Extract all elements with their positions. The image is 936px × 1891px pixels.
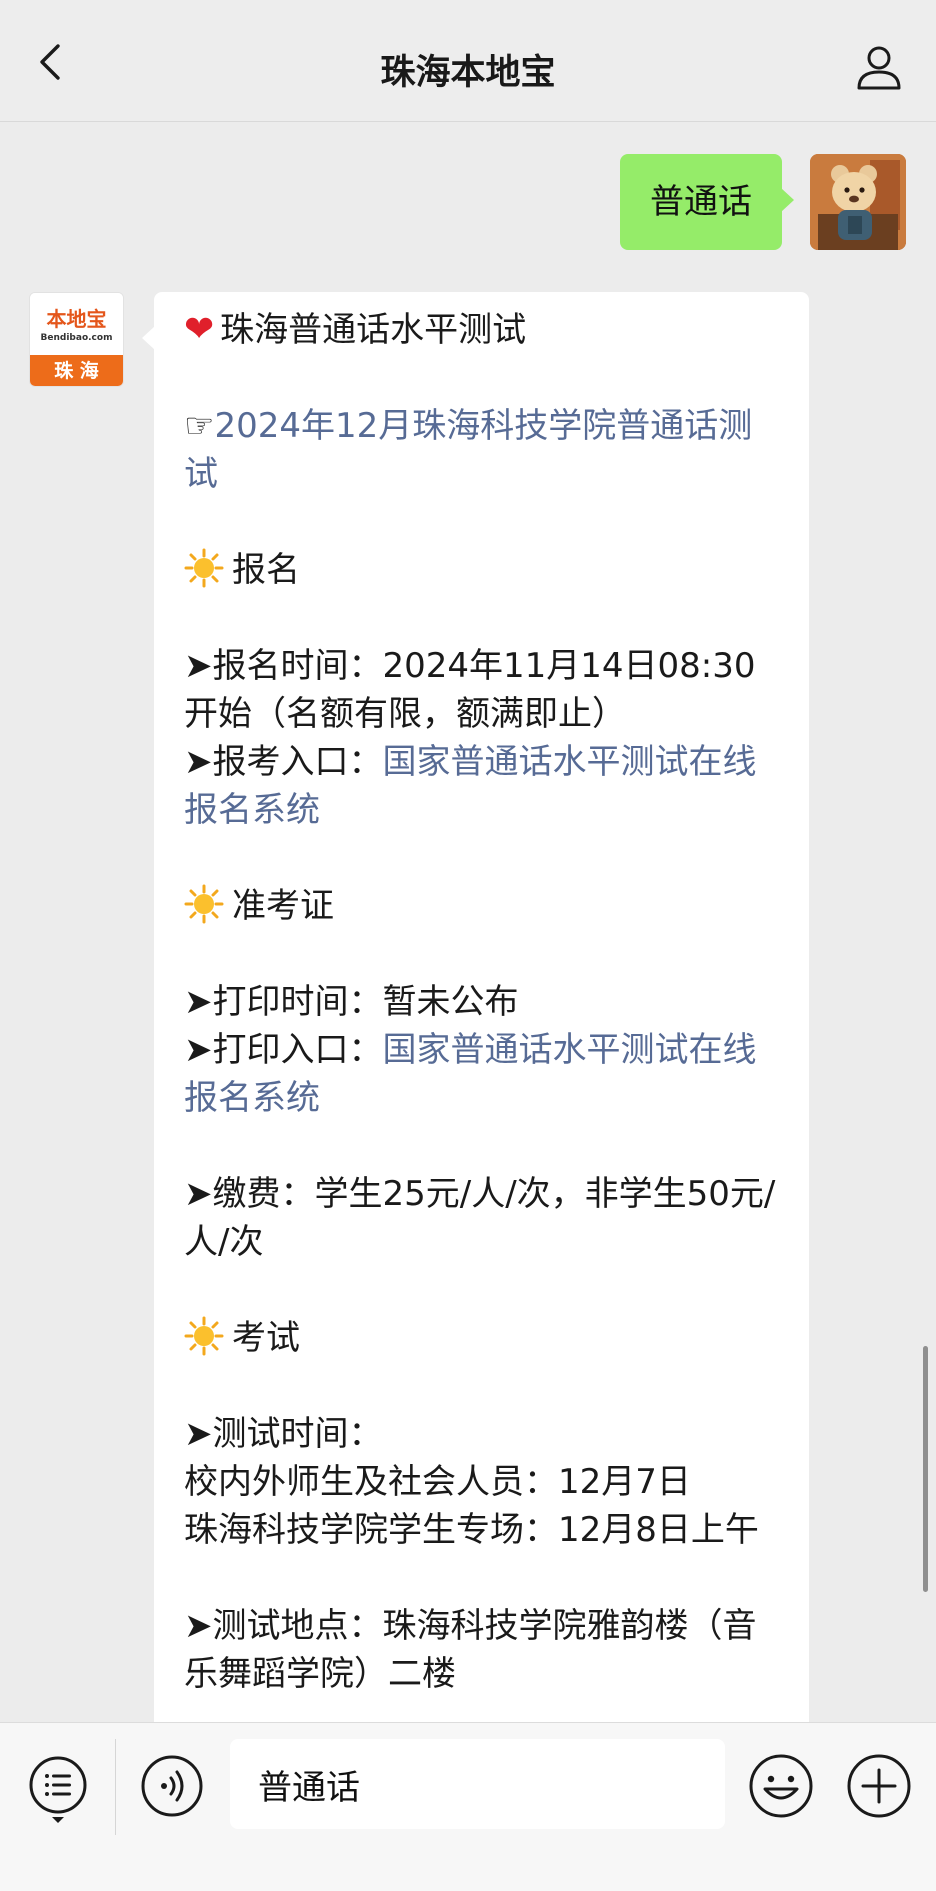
section-heading-registration: 报名 xyxy=(184,546,781,594)
message-input[interactable] xyxy=(230,1739,725,1829)
sun-icon xyxy=(184,884,224,924)
smiley-icon[interactable] xyxy=(748,1753,814,1819)
toolbar-divider xyxy=(115,1739,116,1835)
print-time: ➤打印时间：暂未公布 xyxy=(184,982,519,1022)
list-menu-icon[interactable] xyxy=(26,1753,90,1825)
scrollbar[interactable] xyxy=(923,1346,928,1592)
logo-city: 珠 海 xyxy=(30,355,123,386)
print-entry-line: ➤打印入口：国家普通话水平测试在线报名系统 xyxy=(184,1026,781,1122)
event-link[interactable]: 2024年12月珠海科技学院普通话测试 xyxy=(184,406,752,494)
message-title-line: ❤ 珠海普通话水平测试 xyxy=(184,306,781,354)
voice-icon[interactable] xyxy=(140,1754,204,1818)
event-link-line: ☞2024年12月珠海科技学院普通话测试 xyxy=(184,402,781,498)
sun-icon xyxy=(184,548,224,588)
bot-message-bubble: ❤ 珠海普通话水平测试 ☞2024年12月珠海科技学院普通话测试 报名 ➤报名时… xyxy=(142,292,809,1722)
input-bar xyxy=(0,1722,936,1891)
bot-avatar[interactable]: 本地宝 Bendibao.com 珠 海 xyxy=(29,292,124,387)
registration-entry-line: ➤报考入口：国家普通话水平测试在线报名系统 xyxy=(184,738,781,834)
logo-url: Bendibao.com xyxy=(40,333,113,343)
entry-label: ➤报考入口： xyxy=(184,742,383,782)
exam-location: ➤测试地点：珠海科技学院雅韵楼（音乐舞蹈学院）二楼 xyxy=(184,1606,757,1694)
exam-time-students: 珠海科技学院学生专场：12月8日上午 xyxy=(184,1510,759,1550)
logo-text: 本地宝 xyxy=(46,307,107,331)
fee-info: ➤缴费：学生25元/人/次，非学生50元/人/次 xyxy=(184,1174,776,1262)
sun-icon xyxy=(184,1316,224,1356)
exam-time-label: ➤测试时间： xyxy=(184,1414,383,1454)
user-avatar[interactable] xyxy=(810,154,906,250)
user-icon[interactable] xyxy=(854,42,904,92)
heart-icon: ❤ xyxy=(184,309,215,350)
section-heading-exam: 考试 xyxy=(184,1314,781,1362)
section-heading-admission: 准考证 xyxy=(184,882,781,930)
section-title: 准考证 xyxy=(232,886,334,926)
exam-time-public: 校内外师生及社会人员：12月7日 xyxy=(184,1462,691,1502)
entry-label: ➤打印入口： xyxy=(184,1030,383,1070)
message-title: 珠海普通话水平测试 xyxy=(220,310,527,350)
page-title: 珠海本地宝 xyxy=(380,53,556,93)
top-bar: 珠海本地宝 xyxy=(0,0,936,122)
registration-time: ➤报名时间：2024年11月14日08:30开始（名额有限，额满即止） xyxy=(184,646,756,734)
message-list[interactable]: 普通话 本地宝 Bendibao.com 珠 海 ❤ 珠海普通话水平测试 ☞20… xyxy=(0,122,936,1722)
bear-illustration xyxy=(810,154,906,250)
pointing-hand-icon: ☞ xyxy=(184,406,215,446)
chat-page: 珠海本地宝 普通话 本地宝 Bendibao.com 珠 海 ❤ 珠海普通话水平… xyxy=(0,0,936,1891)
user-message-bubble[interactable]: 普通话 xyxy=(620,154,794,250)
section-title: 考试 xyxy=(232,1318,300,1358)
section-title: 报名 xyxy=(232,550,300,590)
plus-icon[interactable] xyxy=(846,1753,912,1819)
